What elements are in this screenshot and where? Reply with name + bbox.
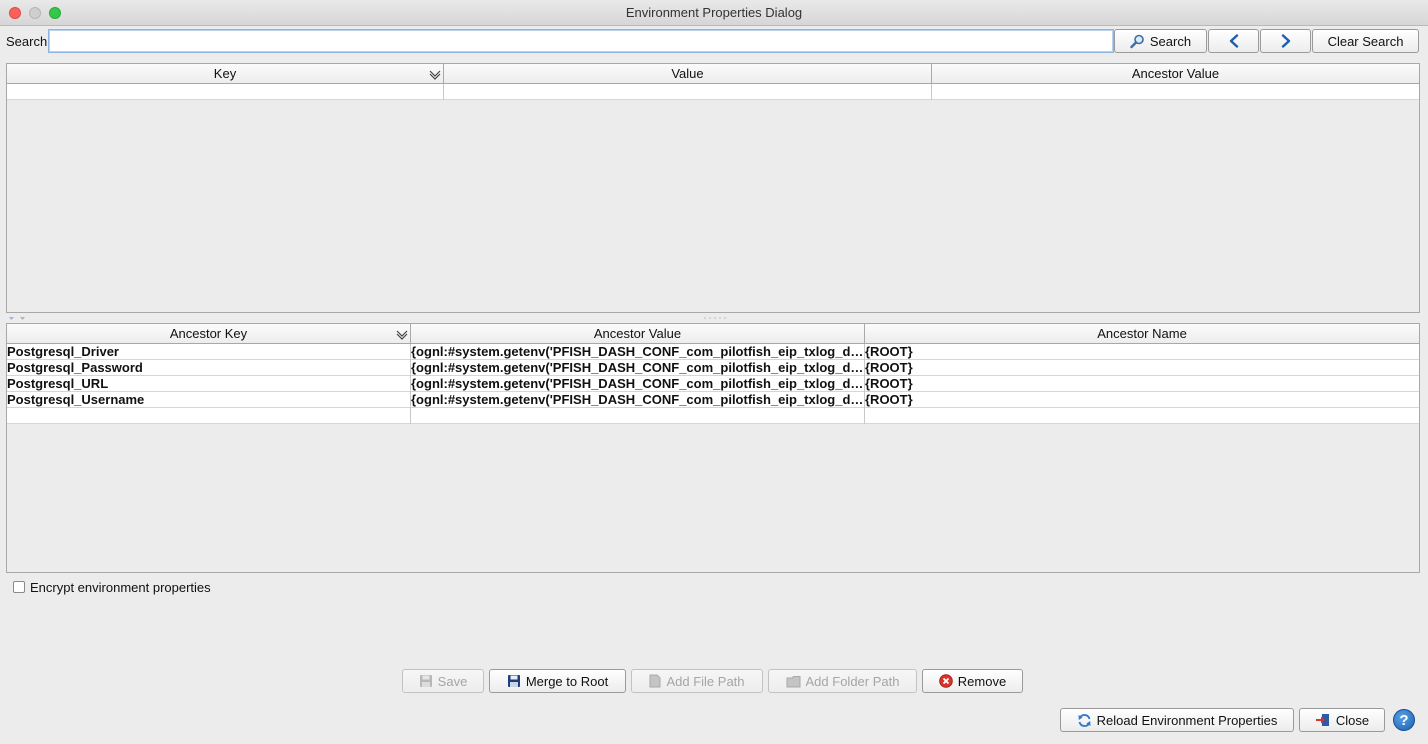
column-header-key[interactable]: Key xyxy=(7,64,444,83)
add-folder-path-button[interactable]: Add Folder Path xyxy=(768,669,917,693)
add-file-path-button[interactable]: Add File Path xyxy=(631,669,763,693)
column-header-ancestor-key[interactable]: Ancestor Key xyxy=(7,324,411,343)
table-row[interactable]: Postgresql_Password {ognl:#system.getenv… xyxy=(7,360,1419,376)
ancestor-name-cell[interactable]: {ROOT} xyxy=(865,360,1419,376)
merge-to-root-button[interactable]: Merge to Root xyxy=(489,669,626,693)
ancestor-properties-table[interactable]: Ancestor Key Ancestor Value Ancestor Nam… xyxy=(6,323,1420,573)
split-pane-divider[interactable] xyxy=(6,313,1420,322)
help-icon[interactable]: ? xyxy=(1393,709,1415,731)
title-bar: Environment Properties Dialog xyxy=(0,0,1428,26)
column-header-ancestor-value[interactable]: Ancestor Value xyxy=(932,64,1419,83)
clear-search-label: Clear Search xyxy=(1327,33,1404,49)
clear-search-button[interactable]: Clear Search xyxy=(1312,29,1419,53)
properties-table[interactable]: Key Value Ancestor Value xyxy=(6,63,1420,313)
search-button[interactable]: Search xyxy=(1114,29,1207,53)
ancestor-name-cell[interactable]: {ROOT} xyxy=(865,344,1419,360)
table-row[interactable]: Postgresql_Driver {ognl:#system.getenv('… xyxy=(7,344,1419,360)
key-cell[interactable] xyxy=(7,84,444,100)
ancestor-table-header: Ancestor Key Ancestor Value Ancestor Nam… xyxy=(7,324,1419,344)
ancestor-key-cell[interactable]: Postgresql_URL xyxy=(7,376,411,392)
previous-match-button[interactable] xyxy=(1208,29,1259,53)
table-row[interactable] xyxy=(7,84,1419,100)
floppy-disk-icon xyxy=(507,674,521,688)
chevron-right-icon xyxy=(1280,34,1292,48)
ancestor-value-cell[interactable]: {ognl:#system.getenv('PFISH_DASH_CONF_co… xyxy=(411,376,865,392)
column-header-ancestor-name[interactable]: Ancestor Name xyxy=(865,324,1419,343)
search-label: Search: xyxy=(6,34,51,49)
value-cell[interactable] xyxy=(444,84,932,100)
next-match-button[interactable] xyxy=(1260,29,1311,53)
ancestor-key-cell[interactable]: Postgresql_Password xyxy=(7,360,411,376)
ancestor-name-cell[interactable] xyxy=(865,408,1419,424)
save-button-label: Save xyxy=(437,673,468,689)
column-header-ancestor-value[interactable]: Ancestor Value xyxy=(411,324,865,343)
encrypt-checkbox-label[interactable]: Encrypt environment properties xyxy=(30,580,211,595)
close-button[interactable]: Close xyxy=(1299,708,1385,732)
search-button-label: Search xyxy=(1149,33,1192,49)
save-button[interactable]: Save xyxy=(402,669,484,693)
close-button-label: Close xyxy=(1335,712,1370,728)
ancestor-value-cell[interactable]: {ognl:#system.getenv('PFISH_DASH_CONF_co… xyxy=(411,392,865,408)
folder-icon xyxy=(786,675,801,688)
window-title: Environment Properties Dialog xyxy=(625,5,803,20)
ancestor-value-cell[interactable]: {ognl:#system.getenv('PFISH_DASH_CONF_co… xyxy=(411,360,865,376)
floppy-disk-icon xyxy=(419,674,433,688)
magnifier-icon xyxy=(1130,34,1145,49)
merge-to-root-label: Merge to Root xyxy=(525,673,609,689)
column-header-value[interactable]: Value xyxy=(444,64,932,83)
add-file-path-label: Add File Path xyxy=(666,673,745,689)
table-row[interactable]: Postgresql_URL {ognl:#system.getenv('PFI… xyxy=(7,376,1419,392)
ancestor-value-cell[interactable] xyxy=(411,408,865,424)
remove-button-label: Remove xyxy=(957,673,1007,689)
properties-table-header: Key Value Ancestor Value xyxy=(7,64,1419,84)
reload-environment-properties-button[interactable]: Reload Environment Properties xyxy=(1060,708,1294,732)
remove-circle-icon xyxy=(938,674,953,688)
encrypt-checkbox[interactable] xyxy=(13,581,25,593)
ancestor-name-cell[interactable]: {ROOT} xyxy=(865,376,1419,392)
ancestor-key-cell[interactable]: Postgresql_Username xyxy=(7,392,411,408)
ancestor-value-cell[interactable]: {ognl:#system.getenv('PFISH_DASH_CONF_co… xyxy=(411,344,865,360)
table-row[interactable]: Postgresql_Username {ognl:#system.getenv… xyxy=(7,392,1419,408)
ancestor-value-cell[interactable] xyxy=(932,84,1419,100)
ancestor-key-cell[interactable] xyxy=(7,408,411,424)
exit-door-icon xyxy=(1315,713,1331,727)
reload-button-label: Reload Environment Properties xyxy=(1096,712,1278,728)
remove-button[interactable]: Remove xyxy=(922,669,1023,693)
ancestor-key-cell[interactable]: Postgresql_Driver xyxy=(7,344,411,360)
ancestor-name-cell[interactable]: {ROOT} xyxy=(865,392,1419,408)
refresh-icon xyxy=(1077,713,1092,728)
search-input[interactable] xyxy=(48,29,1114,53)
table-row[interactable] xyxy=(7,408,1419,424)
chevron-left-icon xyxy=(1228,34,1240,48)
add-folder-path-label: Add Folder Path xyxy=(805,673,900,689)
file-icon xyxy=(649,674,661,688)
